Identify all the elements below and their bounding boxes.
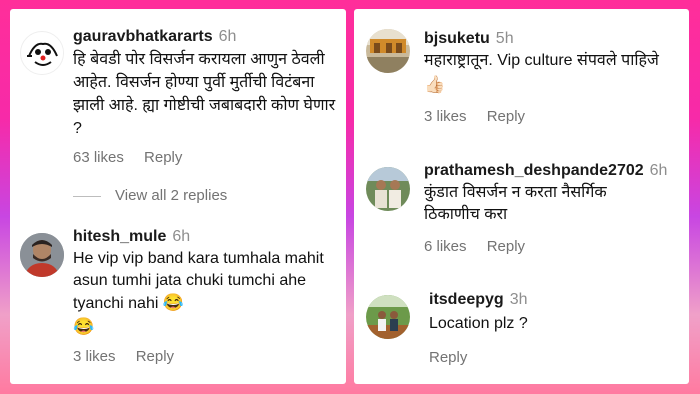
laughing-emoji-icon: 😂 [162,293,185,312]
comment-text: महाराष्ट्रातून. Vip culture संपवले पाहिज… [424,52,659,69]
user-photo-avatar [366,295,410,339]
likes-count[interactable]: 6 likes [424,238,467,255]
left-comments-panel: gauravbhatkararts 6h हि बेवडी पोर विसर्जन… [10,9,346,384]
avatar[interactable] [20,31,64,75]
avatar[interactable] [366,167,410,211]
comment-meta: 3 likes Reply [424,108,683,125]
view-replies-button[interactable]: View all 2 replies [73,187,227,204]
reply-button[interactable]: Reply [487,108,525,125]
reply-button[interactable]: Reply [429,349,467,366]
comment-text: He vip vip band kara tumhala mahit asun … [73,250,324,312]
comment-meta: 3 likes Reply [73,348,340,365]
comment-username[interactable]: bjsuketu [424,30,490,47]
avatar[interactable] [366,295,410,339]
comment-time: 6h [172,228,191,245]
comment-header: prathamesh_deshpande2702 6h [424,161,683,181]
laughing-emoji-icon: 😂 [73,317,95,336]
avatar[interactable] [20,233,64,277]
comment-username[interactable]: gauravbhatkararts [73,28,213,45]
comment-meta: 63 likes Reply [73,149,340,166]
comment-header: gauravbhatkararts 6h [73,27,340,47]
comment-text-block: He vip vip band kara tumhala mahit asun … [73,248,335,315]
likes-count[interactable]: 63 likes [73,149,124,166]
user-photo-avatar [366,29,410,73]
avatar[interactable] [366,29,410,73]
reply-button[interactable]: Reply [487,238,525,255]
view-replies-label[interactable]: View all 2 replies [115,187,227,204]
reply-button[interactable]: Reply [136,348,174,365]
likes-count[interactable]: 3 likes [424,108,467,125]
right-comments-panel: bjsuketu 5h महाराष्ट्रातून. Vip culture स… [354,9,689,384]
comment-username[interactable]: prathamesh_deshpande2702 [424,162,644,179]
comment-text: हि बेवडी पोर विसर्जन करायला आणुन ठेवली आ… [73,51,336,137]
comment-header: hitesh_mule 6h [73,227,340,247]
artist-logo-avatar [22,33,63,74]
comment-time: 6h [649,162,668,179]
comment-header: itsdeepyg 3h [429,290,683,310]
reply-button[interactable]: Reply [144,149,182,166]
comment-time: 3h [509,291,528,308]
comment-meta: 6 likes Reply [424,238,683,255]
comment-time: 5h [495,30,514,47]
comment-header: bjsuketu 5h [424,29,683,49]
comment-text: कुंडात विसर्जन न करता नैसर्गिक ठिकाणीच क… [424,184,607,223]
user-photo-avatar [366,167,410,211]
thumbs-up-emoji-icon: 👍🏻 [424,75,446,94]
comment-text: Location plz ? [429,315,528,332]
comment-username[interactable]: itsdeepyg [429,291,504,308]
comment-time: 6h [218,28,237,45]
likes-count[interactable]: 3 likes [73,348,116,365]
replies-divider [73,195,101,197]
comment-meta: Reply [429,349,683,366]
comment-username[interactable]: hitesh_mule [73,228,166,245]
user-photo-avatar [20,233,64,277]
